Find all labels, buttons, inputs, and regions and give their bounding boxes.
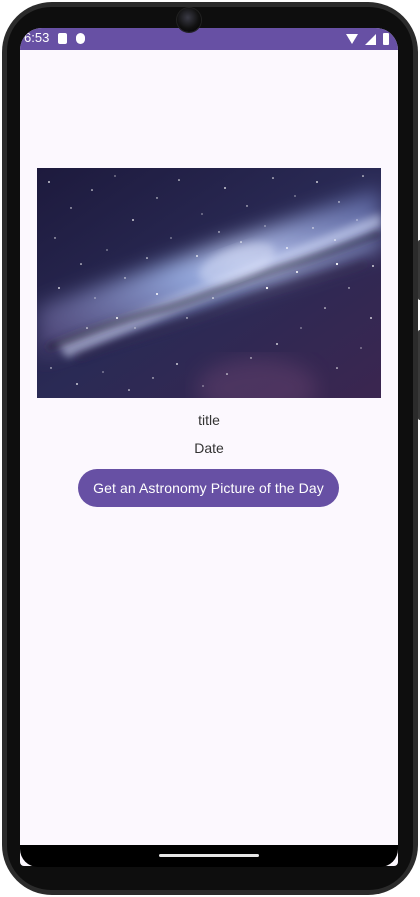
picture-date: Date [194,440,224,456]
navigation-bar [20,845,398,867]
wifi-icon [346,34,358,44]
notification-icon [76,33,85,44]
status-bar: 6:53 [20,28,398,50]
milky-way-image [37,168,381,398]
sim-card-icon [58,33,67,44]
battery-icon [383,33,389,45]
apod-image [37,168,381,398]
phone-frame: 6:53 title Date Get an Astronomy Picture… [0,0,420,897]
status-time: 6:53 [24,30,50,45]
home-gesture-handle[interactable] [159,854,259,857]
picture-title: title [198,412,220,428]
front-camera [177,8,201,32]
get-apod-button[interactable]: Get an Astronomy Picture of the Day [78,469,339,507]
signal-icon [365,34,376,45]
